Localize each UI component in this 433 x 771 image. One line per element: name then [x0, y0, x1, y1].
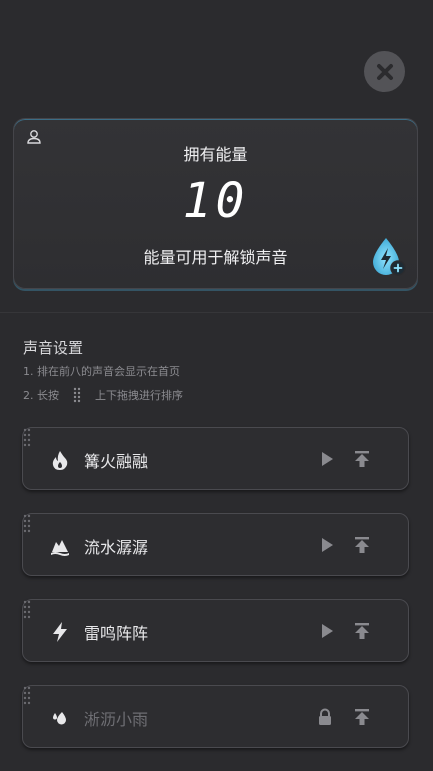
sound-item-stream[interactable]: 流水潺潺	[22, 513, 409, 576]
sound-name: 雷鸣阵阵	[84, 624, 149, 643]
hint-drag: 2. 长按 上下拖拽进行排序	[23, 387, 183, 403]
sound-name: 淅沥小雨	[84, 710, 149, 729]
hint-drag-suffix: 上下拖拽进行排序	[95, 389, 183, 402]
play-icon[interactable]	[318, 622, 336, 640]
move-to-top-icon[interactable]	[353, 450, 371, 468]
play-icon[interactable]	[318, 450, 336, 468]
energy-value: 10	[182, 173, 249, 229]
drag-handle-icon	[73, 387, 81, 403]
drag-handle-icon[interactable]	[23, 514, 31, 534]
flame-icon	[52, 451, 68, 470]
hint-ranking-text: 1. 排在前八的声音会显示在首页	[23, 365, 180, 378]
move-to-top-icon[interactable]	[353, 622, 371, 640]
hint-drag-prefix: 2. 长按	[23, 389, 59, 402]
energy-title: 拥有能量	[183, 145, 248, 164]
sound-item-rain[interactable]: 淅沥小雨	[22, 685, 409, 748]
drag-handle-icon[interactable]	[23, 600, 31, 620]
drag-handle-icon[interactable]	[23, 686, 31, 706]
stream-icon	[51, 540, 69, 556]
close-button[interactable]	[364, 51, 405, 92]
move-to-top-icon[interactable]	[353, 536, 371, 554]
rain-icon	[53, 712, 66, 725]
section-divider	[0, 312, 433, 313]
sound-name: 篝火融融	[84, 452, 149, 471]
lightning-icon	[53, 622, 67, 642]
sound-item-thunder[interactable]: 雷鸣阵阵	[22, 599, 409, 662]
lock-icon[interactable]	[316, 708, 334, 726]
play-icon[interactable]	[318, 536, 336, 554]
close-icon	[376, 63, 393, 80]
sound-item-campfire[interactable]: 篝火融融	[22, 427, 409, 490]
move-to-top-icon[interactable]	[353, 708, 371, 726]
hint-ranking: 1. 排在前八的声音会显示在首页	[23, 363, 180, 379]
sound-name: 流水潺潺	[84, 538, 149, 557]
drag-handle-icon[interactable]	[23, 428, 31, 448]
sound-settings-title: 声音设置	[23, 339, 84, 357]
energy-description: 能量可用于解锁声音	[143, 248, 288, 267]
add-energy-icon[interactable]	[367, 236, 409, 278]
energy-card: 拥有能量 10 能量可用于解锁声音	[13, 118, 418, 289]
